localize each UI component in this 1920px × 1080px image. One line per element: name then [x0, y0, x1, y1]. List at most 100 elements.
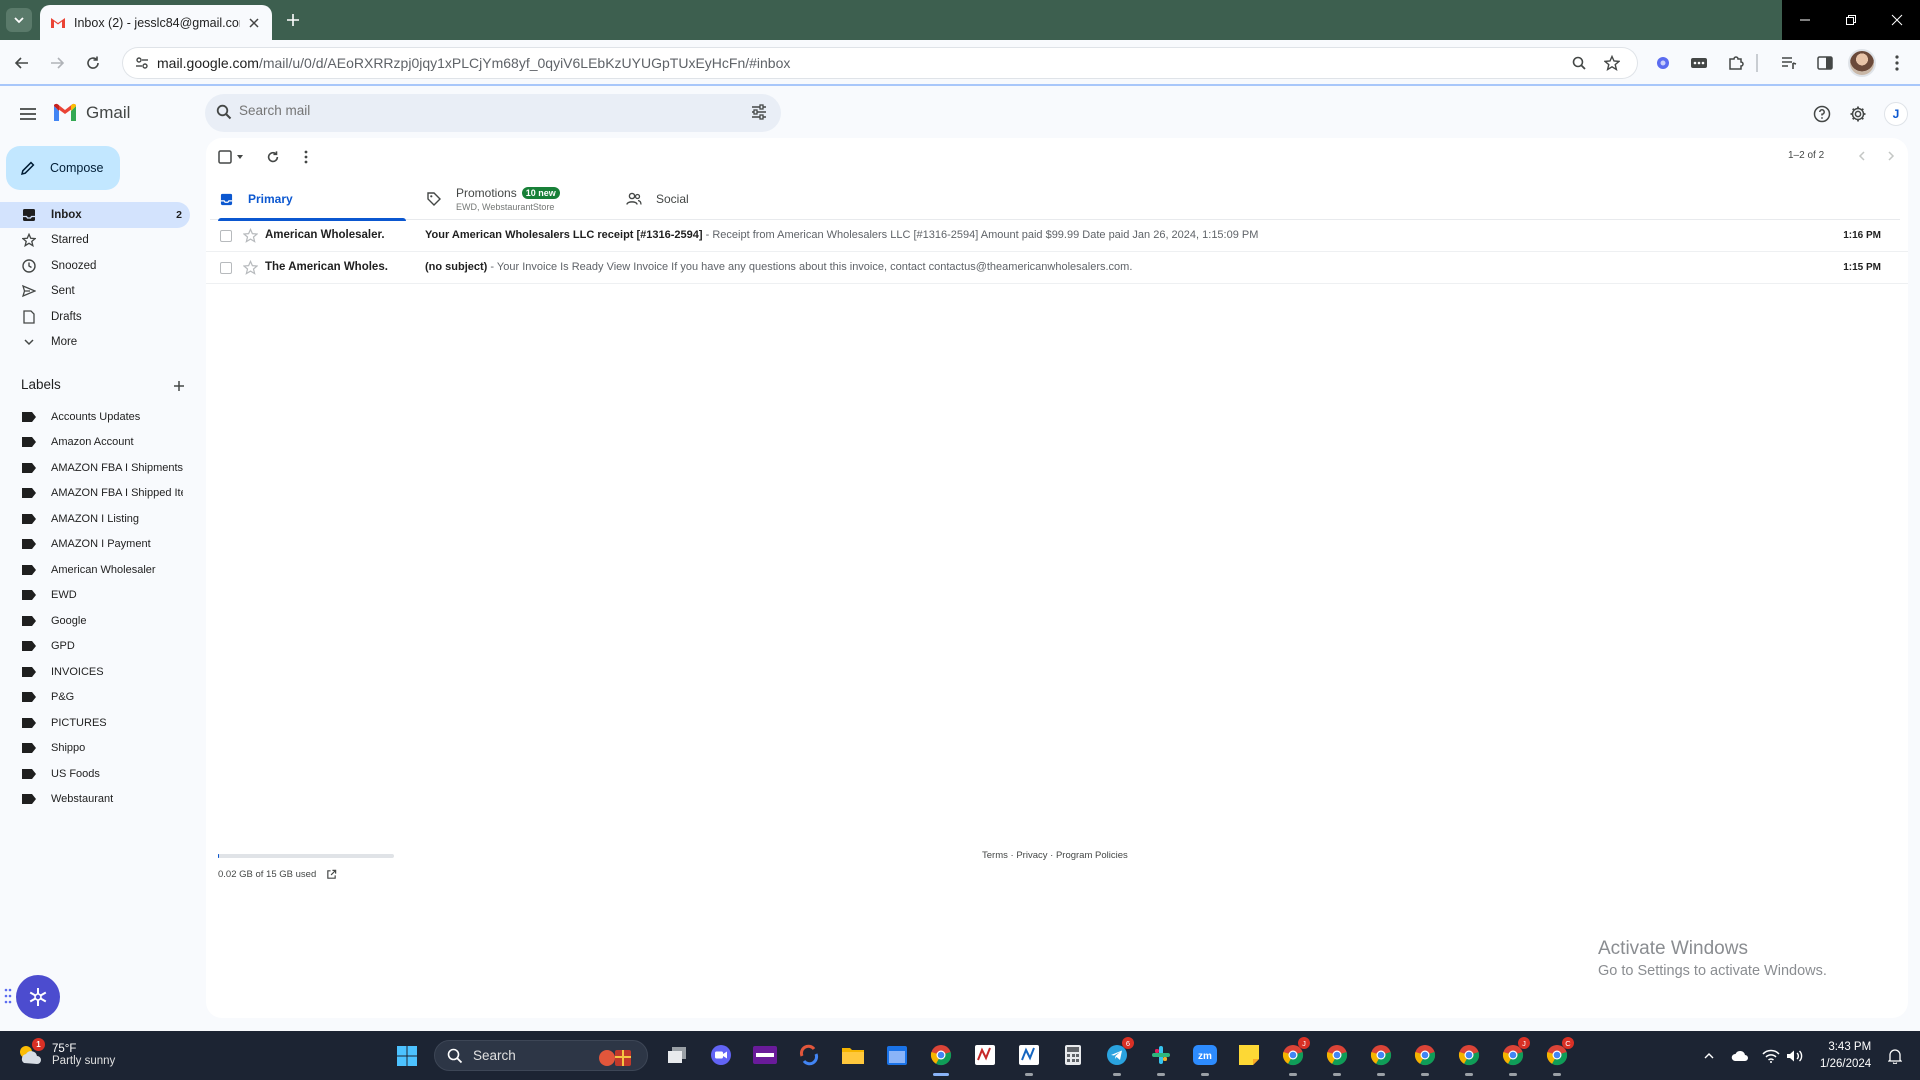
program-policies-link[interactable]: Program Policies	[1056, 850, 1128, 861]
account-avatar[interactable]: J	[1884, 102, 1908, 126]
manage-storage-button[interactable]	[324, 867, 338, 881]
taskbar-app-chrome-profile-2[interactable]	[1322, 1040, 1352, 1076]
weather-widget[interactable]: 1 75°F Partly sunny	[16, 1038, 115, 1069]
new-tab-button[interactable]	[282, 9, 304, 31]
label-item[interactable]: P&G	[0, 685, 190, 711]
browser-tab[interactable]: Inbox (2) - jesslc84@gmail.com	[40, 5, 272, 40]
privacy-link[interactable]: Privacy	[1016, 850, 1047, 861]
taskbar-app-slack[interactable]	[1146, 1040, 1176, 1076]
label-item[interactable]: Amazon Account	[0, 430, 190, 456]
extension-button[interactable]	[1688, 52, 1710, 74]
sidebar-item-snoozed[interactable]: Snoozed	[0, 253, 190, 279]
label-item[interactable]: GPD	[0, 634, 190, 660]
forward-button[interactable]	[47, 53, 67, 73]
sidebar-item-sent[interactable]: Sent	[0, 279, 190, 305]
taskbar-app-chrome-profile-4[interactable]	[1410, 1040, 1440, 1076]
sidebar-item-more[interactable]: More	[0, 330, 190, 356]
label-item[interactable]: AMAZON FBA I Shipped Items	[0, 481, 190, 507]
taskbar-app-chrome-profile-1[interactable]: J	[1278, 1037, 1310, 1076]
notifications-button[interactable]	[1886, 1047, 1904, 1065]
sidebar-item-drafts[interactable]: Drafts	[0, 304, 190, 330]
taskbar-search[interactable]: Search	[434, 1040, 648, 1071]
label-item[interactable]: US Foods	[0, 761, 190, 787]
star-icon[interactable]	[243, 228, 258, 243]
tab-primary[interactable]: Primary	[218, 178, 406, 221]
tab-search-button[interactable]	[6, 8, 32, 32]
tab-social[interactable]: Social	[626, 178, 816, 220]
bookmark-button[interactable]	[1603, 54, 1621, 72]
taskbar-app-chrome-profile-3[interactable]	[1366, 1040, 1396, 1076]
label-item[interactable]: Accounts Updates	[0, 404, 190, 430]
star-icon[interactable]	[243, 260, 258, 275]
support-button[interactable]	[1810, 102, 1834, 126]
extensions-menu-button[interactable]	[1725, 52, 1747, 74]
label-item[interactable]: Webstaurant	[0, 787, 190, 813]
system-clock[interactable]: 3:43 PM 1/26/2024	[1820, 1039, 1871, 1073]
volume-button[interactable]	[1786, 1047, 1804, 1065]
extension-button[interactable]	[1652, 52, 1674, 74]
taskbar-app-task-view[interactable]	[662, 1040, 692, 1070]
drag-handle-icon[interactable]	[4, 986, 12, 1006]
newer-page-button[interactable]	[1854, 148, 1870, 164]
settings-button[interactable]	[1846, 102, 1870, 126]
show-hidden-icons-button[interactable]	[1700, 1047, 1718, 1065]
label-item[interactable]: AMAZON FBA I Shipments	[0, 455, 190, 481]
taskbar-app-chart-tool[interactable]	[970, 1040, 1000, 1070]
refresh-button[interactable]	[264, 148, 282, 166]
reload-button[interactable]	[83, 53, 103, 73]
site-info-button[interactable]	[132, 53, 152, 73]
zoom-button[interactable]	[1570, 54, 1588, 72]
minimize-button[interactable]	[1782, 0, 1828, 40]
side-panel-button[interactable]	[1814, 52, 1836, 74]
address-bar[interactable]: mail.google.com/mail/u/0/d/AEoRXRRzpj0jq…	[122, 47, 1638, 79]
search-options-icon[interactable]	[751, 104, 767, 120]
sidebar-item-starred[interactable]: Starred	[0, 228, 190, 254]
media-controls-button[interactable]	[1778, 52, 1800, 74]
network-button[interactable]	[1762, 1047, 1780, 1065]
back-button[interactable]	[12, 53, 32, 73]
taskbar-app-telegram[interactable]: 6	[1102, 1037, 1134, 1076]
label-item[interactable]: EWD	[0, 583, 190, 609]
label-item[interactable]: AMAZON I Listing	[0, 506, 190, 532]
select-all-checkbox[interactable]	[217, 148, 245, 166]
tab-promotions[interactable]: Promotions 10 new EWD, WebstaurantStore	[426, 178, 616, 220]
terms-link[interactable]: Terms	[982, 850, 1008, 861]
taskbar-app-chrome-profile-5[interactable]	[1454, 1040, 1484, 1076]
email-row[interactable]: The American Wholes. (no subject) - Your…	[206, 252, 1908, 284]
email-row[interactable]: American Wholesaler. Your American Whole…	[206, 220, 1908, 252]
close-window-button[interactable]	[1874, 0, 1920, 40]
taskbar-app-file-explorer[interactable]	[838, 1040, 868, 1070]
taskbar-app-chrome[interactable]	[926, 1040, 956, 1076]
taskbar-app-chrome-profile-7[interactable]: C	[1542, 1037, 1574, 1076]
restore-button[interactable]	[1828, 0, 1874, 40]
label-item[interactable]: PICTURES	[0, 710, 190, 736]
floating-assistant-button[interactable]	[16, 975, 60, 1019]
taskbar-app-chrome-profile-6[interactable]: J	[1498, 1037, 1530, 1076]
browser-menu-button[interactable]	[1886, 52, 1908, 74]
label-item[interactable]: AMAZON I Payment	[0, 532, 190, 558]
label-item[interactable]: INVOICES	[0, 659, 190, 685]
taskbar-app-chart-tool-2[interactable]	[1014, 1040, 1044, 1076]
sidebar-item-inbox[interactable]: Inbox 2	[0, 202, 190, 228]
taskbar-app-sync[interactable]	[794, 1040, 824, 1070]
create-label-button[interactable]	[171, 378, 187, 394]
taskbar-app-meet[interactable]	[706, 1040, 736, 1070]
onedrive-button[interactable]	[1731, 1047, 1749, 1065]
tab-close-button[interactable]	[246, 15, 262, 31]
main-menu-button[interactable]	[16, 102, 40, 126]
search-input[interactable]	[239, 103, 719, 118]
search-bar[interactable]	[205, 94, 781, 132]
older-page-button[interactable]	[1883, 148, 1899, 164]
more-actions-button[interactable]	[297, 148, 315, 166]
taskbar-app-nzxt[interactable]	[750, 1040, 780, 1070]
label-item[interactable]: Shippo	[0, 736, 190, 762]
taskbar-app-sticky-notes[interactable]	[1234, 1040, 1264, 1070]
taskbar-app-zoom[interactable]: zm	[1190, 1040, 1220, 1076]
label-item[interactable]: Google	[0, 608, 190, 634]
taskbar-app-calendar[interactable]	[882, 1040, 912, 1070]
compose-button[interactable]: Compose	[6, 146, 120, 190]
row-checkbox[interactable]	[220, 230, 232, 242]
browser-profile-avatar[interactable]	[1848, 49, 1876, 77]
windows-start-icon[interactable]	[396, 1045, 418, 1067]
label-item[interactable]: American Wholesaler	[0, 557, 190, 583]
